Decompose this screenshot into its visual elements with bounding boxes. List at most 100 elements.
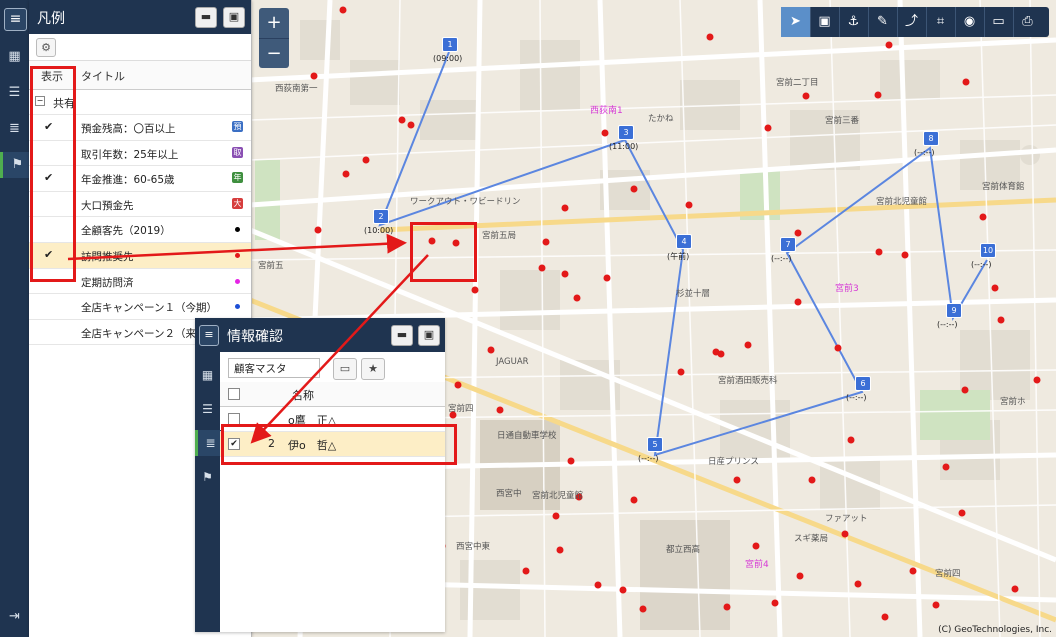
list-icon[interactable]: ☰ bbox=[0, 80, 29, 106]
pointer-icon[interactable]: ➤ bbox=[781, 7, 811, 37]
route-marker[interactable]: 8 bbox=[923, 131, 939, 146]
route-time: (--:--) bbox=[914, 148, 935, 157]
legend-dot-icon bbox=[235, 278, 240, 284]
route-time: (--:--) bbox=[771, 254, 792, 263]
street-label: たかね bbox=[648, 114, 674, 124]
street-label: 西宮中東 bbox=[456, 542, 491, 552]
street-label: ファアット bbox=[825, 514, 868, 524]
database-icon[interactable]: ≣ bbox=[0, 116, 29, 142]
select-area-icon[interactable]: ▣ bbox=[810, 7, 840, 37]
route-time: (--:--) bbox=[971, 260, 992, 269]
route-marker[interactable]: 4 bbox=[676, 234, 692, 249]
street-label: ワークアウト・ワビードリン bbox=[410, 197, 521, 207]
legend-label: 全顧客先（2019） bbox=[81, 225, 171, 238]
list-icon[interactable]: ☰ bbox=[195, 396, 220, 422]
legend-label: 訪問推奨先 bbox=[81, 250, 134, 263]
route-marker[interactable]: 5 bbox=[647, 437, 663, 452]
route-marker[interactable]: 9 bbox=[946, 303, 962, 318]
route-time: (--:--) bbox=[846, 393, 867, 402]
route-marker[interactable]: 6 bbox=[855, 376, 871, 391]
measure-icon[interactable]: ◉ bbox=[955, 7, 985, 37]
street-label: 宮前五 bbox=[258, 261, 284, 271]
maximize-icon[interactable]: ▣ bbox=[418, 325, 440, 346]
area-label: 宮前4 bbox=[745, 560, 769, 570]
street-label: 宮前体育館 bbox=[982, 182, 1025, 192]
highlight-box bbox=[221, 424, 457, 465]
calendar-icon[interactable]: ▦ bbox=[0, 44, 29, 70]
anchor-icon[interactable]: ⚓ bbox=[839, 7, 869, 37]
route-time: (午前) bbox=[667, 252, 690, 261]
street-label: 宮前四 bbox=[448, 404, 474, 414]
legend-dot-icon bbox=[235, 304, 240, 310]
route-marker[interactable]: 2 bbox=[373, 209, 389, 224]
zoom-control: + − bbox=[259, 8, 289, 68]
legend-label: 取引年数：25年以上 bbox=[81, 148, 179, 161]
edit-icon[interactable]: ✎ bbox=[868, 7, 898, 37]
info-rail: ▦ ☰ ≣ ⚑ bbox=[195, 352, 223, 632]
street-label: 宮前酒田販売科 bbox=[718, 376, 778, 386]
logout-icon[interactable]: ⇥ bbox=[0, 604, 29, 630]
legend-title-bar: 凡例 ▬ ▣ bbox=[29, 0, 251, 34]
flag-icon[interactable]: ⚑ bbox=[195, 464, 220, 490]
col-name: 名称 bbox=[292, 389, 314, 402]
legend-row[interactable]: 全店キャンペーン１（今期） bbox=[29, 294, 251, 320]
legend-label: 全店キャンペーン１（今期） bbox=[81, 302, 217, 315]
layer-select[interactable]: 顧客マスタ bbox=[228, 358, 320, 378]
legend-tools: ⚙ bbox=[29, 34, 251, 61]
legend-dot-icon bbox=[235, 252, 240, 258]
info-title: 情報確認 bbox=[227, 329, 283, 345]
gear-icon[interactable]: ⚙ bbox=[36, 38, 56, 57]
legend-symbol-icon: 預 bbox=[232, 121, 243, 132]
zoom-in-button[interactable]: + bbox=[259, 8, 289, 39]
info-title-bar: ≡ 情報確認 ▬ ▣ bbox=[195, 318, 445, 352]
minimize-icon[interactable]: ▬ bbox=[391, 325, 413, 346]
area-label: 宮前3 bbox=[835, 284, 859, 294]
street-label: 宮前四 bbox=[935, 569, 961, 579]
zoom-out-button[interactable]: − bbox=[259, 39, 289, 69]
area-label: 西荻南1 bbox=[590, 106, 623, 116]
street-label: 宮前二丁目 bbox=[776, 78, 819, 88]
flag-icon[interactable]: ⚑ bbox=[0, 152, 32, 178]
street-label: 都立西高 bbox=[666, 545, 701, 555]
street-label: 日産プリンス bbox=[708, 457, 759, 467]
route-icon[interactable]: ⤴ bbox=[897, 7, 927, 37]
info-toolbar: 顧客マスタ ▭ ★ bbox=[220, 352, 445, 382]
legend-label: 年金推進：60-65歳 bbox=[81, 174, 175, 187]
map-toolbar: ➤ ▣ ⚓ ✎ ⤴ ⌗ ◉ ▭ ⎙ bbox=[781, 7, 1049, 37]
street-label: 西宮中 bbox=[496, 489, 522, 499]
route-marker[interactable]: 10 bbox=[980, 243, 996, 258]
route-time: (11:00) bbox=[609, 142, 639, 151]
legend-label: 定期訪問済 bbox=[81, 276, 134, 289]
legend-dot-icon bbox=[235, 227, 240, 233]
legend-title: 凡例 bbox=[37, 11, 65, 27]
calendar-icon[interactable]: ▦ bbox=[195, 362, 220, 388]
street-label: 宮前三番 bbox=[825, 116, 860, 126]
display-icon[interactable]: ▭ bbox=[984, 7, 1014, 37]
display-icon[interactable]: ▭ bbox=[333, 358, 357, 380]
route-marker[interactable]: 1 bbox=[442, 37, 458, 52]
jaguar-label: JAGUAR bbox=[496, 357, 529, 367]
route-time: (10:00) bbox=[364, 226, 394, 235]
crop-icon[interactable]: ⌗ bbox=[926, 7, 956, 37]
highlight-box bbox=[410, 222, 477, 282]
street-label: 西荻南第一 bbox=[275, 84, 318, 94]
street-label: スギ薬局 bbox=[794, 534, 829, 544]
school-label: 日通自動車学校 bbox=[497, 431, 557, 441]
print-icon[interactable]: ⎙ bbox=[1013, 7, 1042, 37]
minimize-icon[interactable]: ▬ bbox=[195, 7, 217, 28]
legend-symbol-icon: 大 bbox=[232, 197, 243, 209]
route-marker[interactable]: 7 bbox=[780, 237, 796, 252]
menu-icon[interactable]: ≡ bbox=[4, 8, 27, 31]
maximize-icon[interactable]: ▣ bbox=[223, 7, 245, 28]
legend-label: 預金残高：〇百以上 bbox=[81, 123, 176, 135]
select-all-checkbox[interactable] bbox=[228, 388, 240, 400]
route-marker[interactable]: 3 bbox=[618, 125, 634, 140]
copyright: (C) GeoTechnologies, Inc. bbox=[938, 625, 1052, 635]
highlight-box bbox=[30, 66, 76, 282]
star-icon[interactable]: ★ bbox=[361, 358, 385, 380]
menu-icon[interactable]: ≡ bbox=[199, 325, 219, 346]
database-icon[interactable]: ≣ bbox=[195, 430, 223, 456]
street-label: 杉並十層 bbox=[676, 289, 711, 299]
route-time: (--:--) bbox=[638, 454, 659, 463]
info-panel: ≡ 情報確認 ▬ ▣ ▦ ☰ ≣ ⚑ 顧客マスタ ▭ ★ 名称 o鷹 正△ ✔ 2 伊… bbox=[195, 318, 445, 632]
